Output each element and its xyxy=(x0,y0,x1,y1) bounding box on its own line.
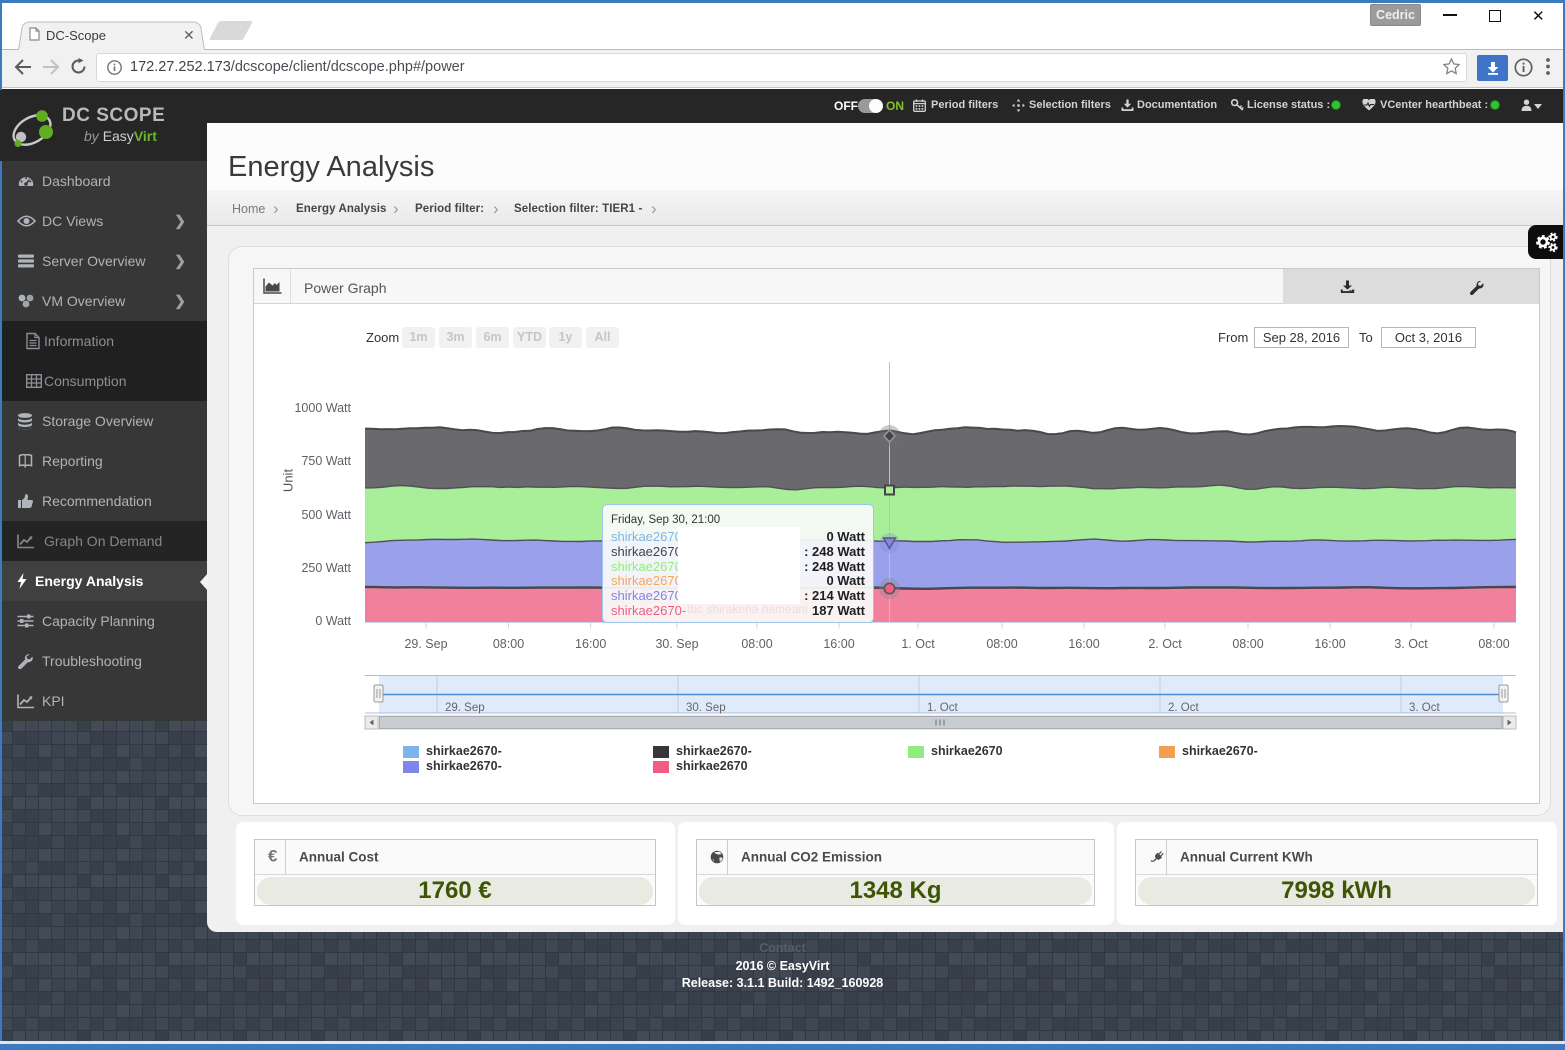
svg-text:1. Oct: 1. Oct xyxy=(927,702,958,714)
svg-text:29. Sep: 29. Sep xyxy=(445,702,485,714)
svg-text:30. Sep: 30. Sep xyxy=(686,702,726,714)
svg-text:3. Oct: 3. Oct xyxy=(1409,702,1440,714)
svg-text:2. Oct: 2. Oct xyxy=(1168,702,1199,714)
